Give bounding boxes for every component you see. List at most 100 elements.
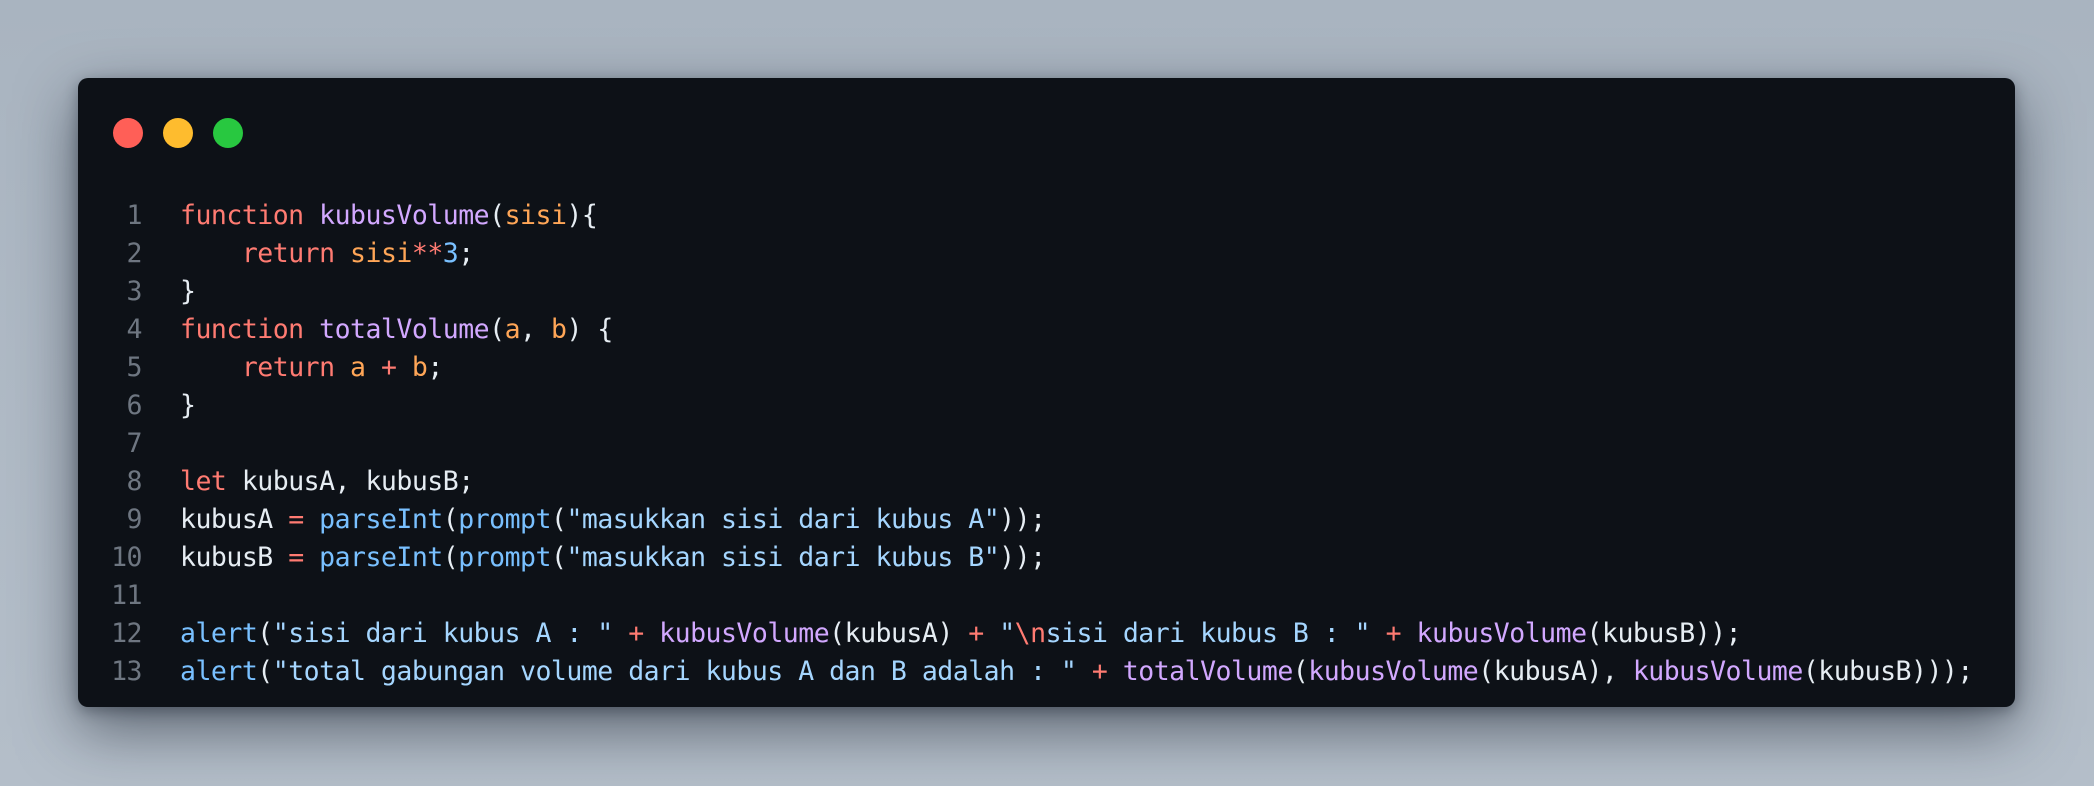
code-line: 6}	[78, 387, 2015, 425]
code-token-plain: ) {	[566, 314, 613, 345]
line-number: 3	[126, 276, 143, 307]
code-token-plain: (	[1292, 656, 1309, 687]
line-number: 8	[126, 466, 143, 497]
code-token-plain: (	[442, 504, 459, 535]
line-number: 10	[111, 542, 142, 573]
code-token-fn: totalVolume	[1122, 656, 1294, 687]
code-token-param: sisi	[350, 238, 412, 269]
code-token-plain: (	[442, 542, 459, 573]
code-token-plain: ));	[999, 504, 1046, 535]
code-line: 1 function kubusVolume(sisi){	[78, 197, 2015, 235]
code-token-kw: function	[180, 200, 304, 231]
code-token-fn: totalVolume	[319, 314, 490, 345]
code-token-plain: ));	[999, 542, 1046, 573]
code-line: 3}	[78, 273, 2015, 311]
code-token-fn: kubusVolume	[319, 200, 490, 231]
code-token-plain: (	[489, 200, 505, 231]
code-token-kw: return	[241, 238, 335, 269]
code-token-param: b	[550, 314, 567, 345]
code-token-builtin: prompt	[458, 542, 551, 573]
code-line: 8 let kubusA, kubusB;	[78, 463, 2015, 501]
code-token-kw: let	[180, 466, 227, 497]
code-token-plain: (	[550, 504, 567, 535]
line-number: 5	[126, 352, 143, 383]
code-token-plain: kubusA, kubusB;	[226, 466, 474, 497]
zoom-button[interactable]	[213, 118, 243, 148]
line-number: 4	[126, 314, 143, 345]
code-line: 7	[78, 425, 2015, 463]
line-number: 1	[126, 200, 143, 231]
code-token-param: sisi	[504, 200, 567, 231]
code-token-str: "masukkan sisi dari kubus A"	[566, 504, 1000, 535]
code-token-plain: kubusB	[180, 542, 289, 573]
code-line: 9 kubusA = parseInt(prompt("masukkan sisi…	[78, 501, 2015, 539]
close-button[interactable]	[113, 118, 143, 148]
code-token-op: +	[1091, 656, 1108, 687]
code-token-op: +	[1385, 618, 1402, 649]
line-number: 13	[111, 656, 142, 687]
code-token-op: =	[288, 542, 304, 573]
code-token-plain: (kubusA)	[829, 618, 969, 649]
code-token-str: "	[999, 618, 1015, 649]
code-line: 10 kubusB = parseInt(prompt("masukkan sis…	[78, 539, 2015, 577]
line-number: 12	[111, 618, 142, 649]
code-token-fn: kubusVolume	[1308, 656, 1479, 687]
code-token-plain: (	[257, 656, 273, 687]
code-token-plain: (kubusB));	[1586, 618, 1742, 649]
code-line: 2 return sisi**3;	[78, 235, 2015, 273]
code-token-plain: (kubusB)));	[1802, 656, 1974, 687]
code-token-builtin: prompt	[458, 504, 551, 535]
code-token-kw: return	[241, 352, 335, 383]
code-token-plain: kubusA	[180, 504, 289, 535]
code-token-str: "total gabungan volume dari kubus A dan …	[272, 656, 1077, 687]
code-token-str: "masukkan sisi dari kubus B"	[566, 542, 1000, 573]
code-token-param: b	[411, 352, 428, 383]
code-token-op: +	[380, 352, 397, 383]
line-number: 6	[126, 390, 143, 421]
code-token-str: "sisi dari kubus A : "	[272, 618, 614, 649]
code-line: 5 return a + b;	[78, 349, 2015, 387]
line-number: 9	[126, 504, 143, 535]
minimize-button[interactable]	[163, 118, 193, 148]
code-token-builtin: parseInt	[319, 504, 443, 535]
code-token-op: +	[628, 618, 644, 649]
code-line: 11	[78, 577, 2015, 615]
code-token-plain: }	[180, 390, 196, 421]
code-token-param: a	[504, 314, 521, 345]
code-editor: 1 function kubusVolume(sisi){2 return sis…	[78, 197, 2015, 691]
code-token-num: 3	[442, 238, 459, 269]
code-window: 1 function kubusVolume(sisi){2 return sis…	[78, 78, 2015, 707]
code-token-plain: (kubusA),	[1478, 656, 1633, 687]
code-token-op: +	[968, 618, 984, 649]
code-line: 13 alert("total gabungan volume dari kubu…	[78, 653, 2015, 691]
code-token-param: a	[350, 352, 366, 383]
code-token-plain: }	[180, 276, 196, 307]
code-token-builtin: parseInt	[319, 542, 443, 573]
code-token-plain: ,	[520, 314, 551, 345]
code-token-fn: kubusVolume	[659, 618, 830, 649]
code-token-op: **	[411, 238, 443, 269]
code-token-builtin: alert	[180, 656, 258, 687]
code-token-esc: \n	[1014, 618, 1046, 649]
code-token-fn: kubusVolume	[1632, 656, 1804, 687]
line-number: 7	[126, 428, 143, 459]
code-token-plain: ;	[427, 352, 443, 383]
code-token-str: sisi dari kubus B : "	[1045, 618, 1371, 649]
code-token-builtin: alert	[180, 618, 258, 649]
